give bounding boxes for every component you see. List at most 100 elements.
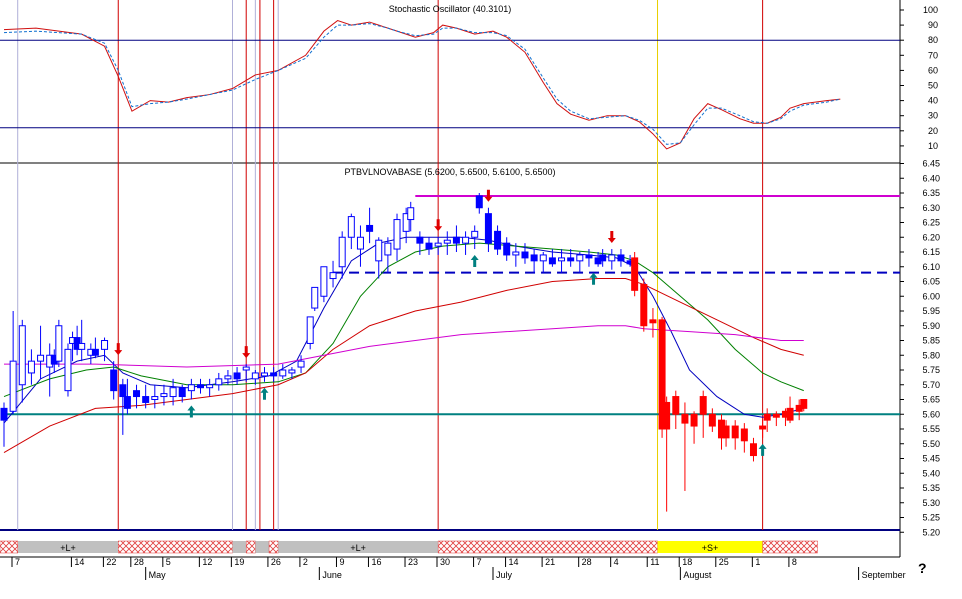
candle-body xyxy=(407,207,415,221)
sell-arrow-icon xyxy=(434,219,443,232)
candle-body xyxy=(311,286,319,309)
price-tick-label: 6.40 xyxy=(922,173,940,183)
candle-body xyxy=(251,372,259,380)
x-day-label: 25 xyxy=(719,557,729,567)
moving-average-line xyxy=(4,325,804,368)
candle-body xyxy=(740,428,748,442)
candle xyxy=(462,231,470,255)
candle-body xyxy=(270,372,278,377)
candle xyxy=(338,231,346,279)
candle-body xyxy=(558,257,566,262)
candle xyxy=(251,370,259,385)
x-day-label: 7 xyxy=(15,557,20,567)
candle xyxy=(434,237,442,255)
candle-body xyxy=(690,413,698,427)
candle-body xyxy=(366,224,374,232)
candle-body xyxy=(338,236,346,268)
x-month-label: June xyxy=(322,570,342,580)
regime-band-label: +L+ xyxy=(60,543,76,553)
candle-body xyxy=(663,401,671,430)
candle xyxy=(672,390,680,429)
x-day-label: 1 xyxy=(755,557,760,567)
candle-body xyxy=(494,230,502,250)
price-tick-label: 5.25 xyxy=(922,513,940,523)
candle-body xyxy=(576,254,584,262)
candle-body xyxy=(233,372,241,380)
candle-body xyxy=(599,254,607,262)
x-month-label: August xyxy=(683,570,712,580)
candle-body xyxy=(484,213,492,244)
x-month-label: May xyxy=(149,570,167,580)
candle-body xyxy=(530,254,538,262)
candle-body xyxy=(356,236,364,250)
candle-body xyxy=(123,396,131,409)
buy-arrow-icon xyxy=(758,443,767,456)
candle-body xyxy=(178,387,186,398)
candle xyxy=(649,308,657,338)
price-tick-label: 6.45 xyxy=(922,159,940,169)
candle xyxy=(471,225,479,250)
x-day-label: 7 xyxy=(477,557,482,567)
candle-body xyxy=(320,266,328,297)
candle-body xyxy=(462,236,470,244)
candle-body xyxy=(91,348,99,356)
candle-body xyxy=(133,390,141,398)
candle-body xyxy=(475,195,483,209)
candle-body xyxy=(110,369,118,392)
candle-body xyxy=(749,443,757,457)
candle xyxy=(270,367,278,382)
candle xyxy=(151,384,159,409)
candle-body xyxy=(18,325,26,386)
candle-body xyxy=(452,236,460,244)
candle-body xyxy=(548,257,556,265)
price-title: PTBVLNOVABASE (5.6200, 5.6500, 5.6100, 5… xyxy=(345,167,556,177)
price-tick-label: 5.75 xyxy=(922,365,940,375)
candle xyxy=(608,249,616,270)
candle xyxy=(37,325,45,379)
price-tick-label: 5.20 xyxy=(922,527,940,537)
candle-body xyxy=(672,396,680,415)
price-tick-label: 5.70 xyxy=(922,380,940,390)
price-tick-label: 5.40 xyxy=(922,468,940,478)
candle-body xyxy=(521,251,529,259)
help-icon[interactable]: ? xyxy=(918,560,927,576)
candle xyxy=(55,319,63,368)
candle-body xyxy=(375,239,383,262)
regime-band-label: +S+ xyxy=(702,543,719,553)
x-day-label: 19 xyxy=(234,557,244,567)
candle-body xyxy=(197,384,205,389)
candle-body xyxy=(260,372,268,377)
x-day-label: 9 xyxy=(339,557,344,567)
price-tick-label: 6.05 xyxy=(922,277,940,287)
oscillator-tick-label: 20 xyxy=(928,126,938,136)
candle xyxy=(123,378,131,415)
oscillator-panel xyxy=(0,0,900,163)
oscillator-tick-label: 40 xyxy=(928,96,938,106)
candle xyxy=(0,402,8,447)
candle xyxy=(366,207,374,244)
x-day-label: 14 xyxy=(74,557,84,567)
candle-body xyxy=(471,230,479,238)
candle-body xyxy=(699,396,707,415)
buy-arrow-icon xyxy=(260,387,269,400)
price-tick-label: 5.85 xyxy=(922,336,940,346)
price-tick-label: 5.65 xyxy=(922,395,940,405)
candle xyxy=(279,364,287,379)
candle-body xyxy=(512,251,520,256)
candle-body xyxy=(151,396,159,400)
candle-body xyxy=(27,360,35,374)
candle-body xyxy=(119,384,127,398)
candle xyxy=(503,237,511,261)
candle-body xyxy=(78,342,86,350)
candle-body xyxy=(0,407,8,421)
candle xyxy=(347,213,355,250)
x-day-label: 22 xyxy=(106,557,116,567)
candle xyxy=(260,367,268,382)
candle-body xyxy=(640,283,648,327)
candle-body xyxy=(503,242,511,256)
price-tick-label: 5.30 xyxy=(922,498,940,508)
regime-band xyxy=(245,540,256,554)
candle-body xyxy=(772,413,780,418)
candle xyxy=(494,225,502,255)
candle-body xyxy=(731,425,739,439)
